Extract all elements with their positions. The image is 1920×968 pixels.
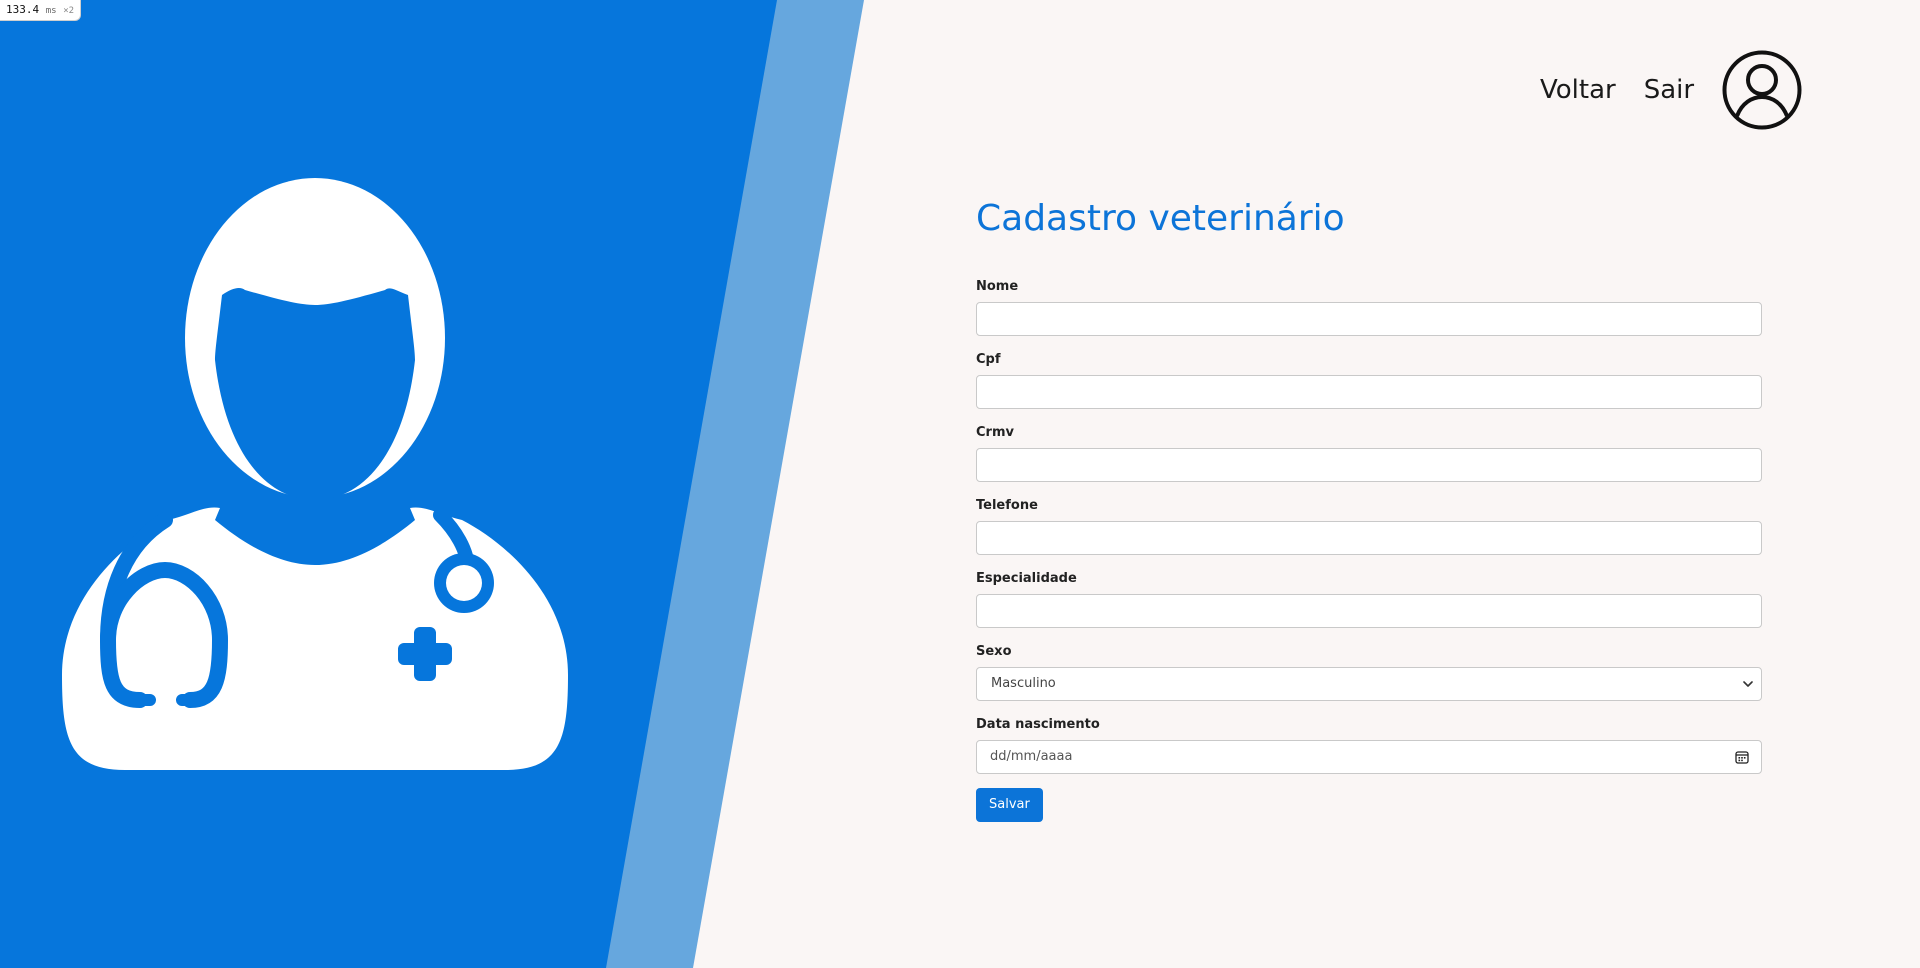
top-nav: Voltar Sair (1540, 50, 1802, 130)
sexo-label: Sexo (976, 644, 1012, 659)
data-nascimento-label: Data nascimento (976, 717, 1100, 732)
page-title: Cadastro veterinário (976, 198, 1345, 239)
cpf-input[interactable] (976, 375, 1762, 409)
nome-field-group: Nome (976, 279, 1762, 336)
logout-link[interactable]: Sair (1644, 75, 1694, 105)
performance-badge: 133.4 ms ×2 (0, 0, 82, 21)
telefone-field-group: Telefone (976, 498, 1762, 555)
perf-unit: ms (45, 6, 57, 16)
sexo-select[interactable]: Masculino (976, 667, 1762, 701)
sexo-field-group: Sexo Masculino (976, 644, 1762, 701)
perf-value: 133.4 (6, 3, 40, 16)
chevron-down-icon (1743, 681, 1753, 687)
crmv-label: Crmv (976, 425, 1014, 440)
sexo-selected-value: Masculino (991, 676, 1056, 691)
user-circle-icon[interactable] (1722, 50, 1802, 130)
cpf-label: Cpf (976, 352, 1001, 367)
crmv-input[interactable] (976, 448, 1762, 482)
perf-multiplier: ×2 (63, 6, 75, 16)
crmv-field-group: Crmv (976, 425, 1762, 482)
cpf-field-group: Cpf (976, 352, 1762, 409)
especialidade-label: Especialidade (976, 571, 1077, 586)
vet-registration-form: Cadastro veterinário Nome Cpf Crmv Telef… (976, 195, 1762, 822)
telefone-input[interactable] (976, 521, 1762, 555)
calendar-icon[interactable] (1735, 750, 1749, 764)
data-nascimento-field-group: Data nascimento dd/mm/aaaa (976, 717, 1762, 774)
nome-label: Nome (976, 279, 1019, 294)
especialidade-input[interactable] (976, 594, 1762, 628)
save-button[interactable]: Salvar (976, 788, 1043, 822)
page: 133.4 ms ×2 Voltar Sair Cadastro veterin… (0, 0, 1920, 968)
back-link[interactable]: Voltar (1540, 75, 1616, 105)
telefone-label: Telefone (976, 498, 1038, 513)
nome-input[interactable] (976, 302, 1762, 336)
data-nascimento-input[interactable]: dd/mm/aaaa (976, 740, 1762, 774)
especialidade-field-group: Especialidade (976, 571, 1762, 628)
date-placeholder: dd/mm/aaaa (990, 749, 1073, 764)
